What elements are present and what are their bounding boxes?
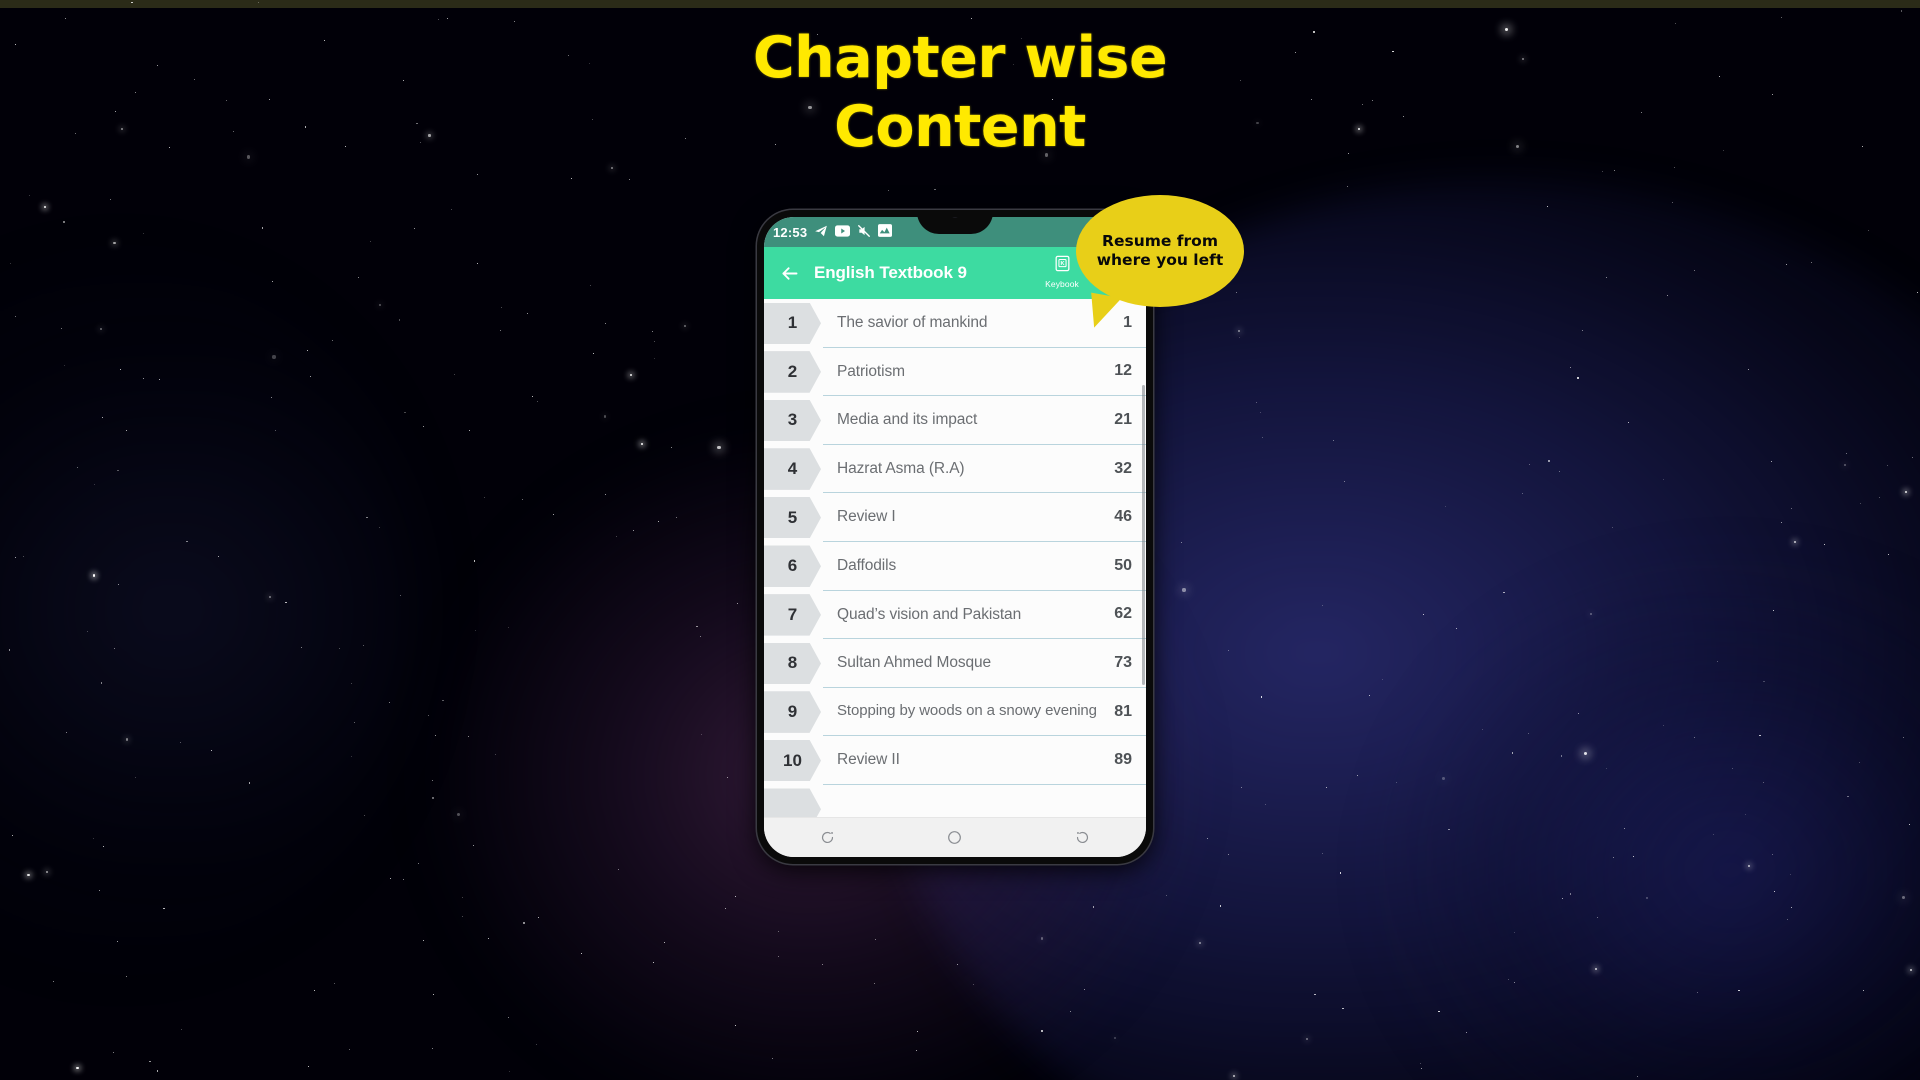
chapter-page-number: 73 — [1114, 653, 1132, 671]
phone-notch — [917, 217, 993, 234]
nebula-left-glow — [0, 260, 420, 960]
chapter-title: Review I — [837, 508, 896, 526]
chapter-page-number: 81 — [1114, 702, 1132, 720]
recents-icon[interactable] — [804, 825, 852, 851]
callout-text: Resume from where you left — [1096, 232, 1224, 269]
back-arrow-icon[interactable] — [776, 260, 802, 286]
chapter-page-number: 1 — [1123, 313, 1132, 331]
home-icon[interactable] — [931, 825, 979, 851]
chapter-title: Media and its impact — [837, 411, 978, 429]
chapter-number — [764, 788, 821, 817]
chapter-row-body: Hazrat Asma (R.A) 32 — [823, 445, 1146, 494]
screenshot-stage: Chapter wise Content 12:53 English Textb… — [0, 0, 1920, 1080]
chapter-number: 1 — [764, 302, 821, 345]
keybook-icon: K — [1053, 254, 1072, 278]
chapter-title: Stopping by woods on a snowy evening — [837, 702, 1097, 720]
chapter-number: 3 — [764, 399, 821, 442]
app-bar-title: English Textbook 9 — [814, 263, 967, 282]
chapter-row[interactable]: 7 Quad’s vision and Pakistan 62 — [764, 591, 1146, 640]
chapter-row-body: Review II 89 — [823, 736, 1146, 785]
status-bar-left: 12:53 — [773, 224, 893, 241]
chapter-title: Hazrat Asma (R.A) — [837, 459, 965, 477]
chapter-number: 4 — [764, 448, 821, 490]
chapter-row-body: Sultan Ahmed Mosque 73 — [823, 639, 1146, 688]
chapter-page-number: 21 — [1114, 410, 1132, 428]
chapter-rows: 1 The savior of mankind 1 2 Patriotism 12 3 Med… — [764, 299, 1146, 817]
page-title-line2: Content — [834, 94, 1086, 160]
chapter-page-number: 50 — [1114, 556, 1132, 574]
chapter-page-number: 62 — [1114, 605, 1132, 623]
chapter-number: 7 — [764, 594, 821, 636]
system-nav-bar — [764, 817, 1146, 857]
chapter-row-body: Review I 46 — [823, 493, 1146, 542]
resume-callout: Resume from where you left — [1076, 195, 1244, 332]
keybook-label: Keybook — [1045, 279, 1079, 289]
chapter-page-number: 89 — [1114, 751, 1132, 769]
chapter-row[interactable]: 4 Hazrat Asma (R.A) 32 — [764, 445, 1146, 494]
chapter-row-body — [823, 785, 1146, 817]
chapter-page-number: 32 — [1114, 459, 1132, 477]
back-nav-icon[interactable] — [1058, 825, 1106, 851]
chapter-number: 2 — [764, 351, 821, 393]
chapter-row-body: Quad’s vision and Pakistan 62 — [823, 591, 1146, 640]
telegram-icon — [814, 224, 828, 241]
chapter-title: Sultan Ahmed Mosque — [837, 654, 992, 672]
status-clock: 12:53 — [773, 224, 808, 240]
chapter-row[interactable]: 2 Patriotism 12 — [764, 348, 1146, 397]
chapter-row[interactable]: 6 Daffodils 50 — [764, 542, 1146, 591]
chapter-number: 5 — [764, 496, 821, 539]
mute-icon — [857, 224, 871, 241]
top-border-band — [0, 0, 1920, 8]
chapter-page-number: 46 — [1114, 508, 1132, 526]
svg-text:K: K — [1060, 261, 1064, 267]
chapter-title: Patriotism — [837, 362, 905, 380]
page-title-line1: Chapter wise — [752, 25, 1168, 91]
chapter-page-number: 12 — [1114, 362, 1132, 380]
chapter-row-partial[interactable] — [764, 785, 1146, 817]
chapter-number: 9 — [764, 691, 821, 733]
chapter-number: 6 — [764, 545, 821, 588]
chapter-title: Review II — [837, 751, 900, 769]
chapter-list[interactable]: 1 The savior of mankind 1 2 Patriotism 12 3 Med… — [764, 299, 1146, 817]
youtube-icon — [835, 224, 851, 240]
chapter-row-body: Daffodils 50 — [823, 542, 1146, 591]
chapter-row[interactable]: 3 Media and its impact 21 — [764, 396, 1146, 445]
chapter-row[interactable]: 5 Review I 46 — [764, 493, 1146, 542]
list-scrollbar[interactable] — [1142, 385, 1145, 685]
chapter-row-body: Stopping by woods on a snowy evening 81 — [823, 688, 1146, 737]
page-title: Chapter wise Content — [0, 30, 1920, 156]
chapter-row[interactable]: 8 Sultan Ahmed Mosque 73 — [764, 639, 1146, 688]
nebula-deep-glow — [1380, 560, 1920, 1080]
chapter-row[interactable]: 9 Stopping by woods on a snowy evening 81 — [764, 688, 1146, 737]
chapter-row[interactable]: 10 Review II 89 — [764, 736, 1146, 785]
chapter-title: The savior of mankind — [837, 314, 988, 332]
chapter-title: Daffodils — [837, 557, 897, 575]
chapter-row-body: Patriotism 12 — [823, 348, 1146, 397]
callout-bubble: Resume from where you left — [1076, 195, 1244, 307]
chapter-number: 8 — [764, 642, 821, 685]
chapter-row-body: Media and its impact 21 — [823, 396, 1146, 445]
chart-icon — [878, 224, 893, 240]
chapter-title: Quad’s vision and Pakistan — [837, 605, 1022, 623]
chapter-number: 10 — [764, 739, 821, 782]
